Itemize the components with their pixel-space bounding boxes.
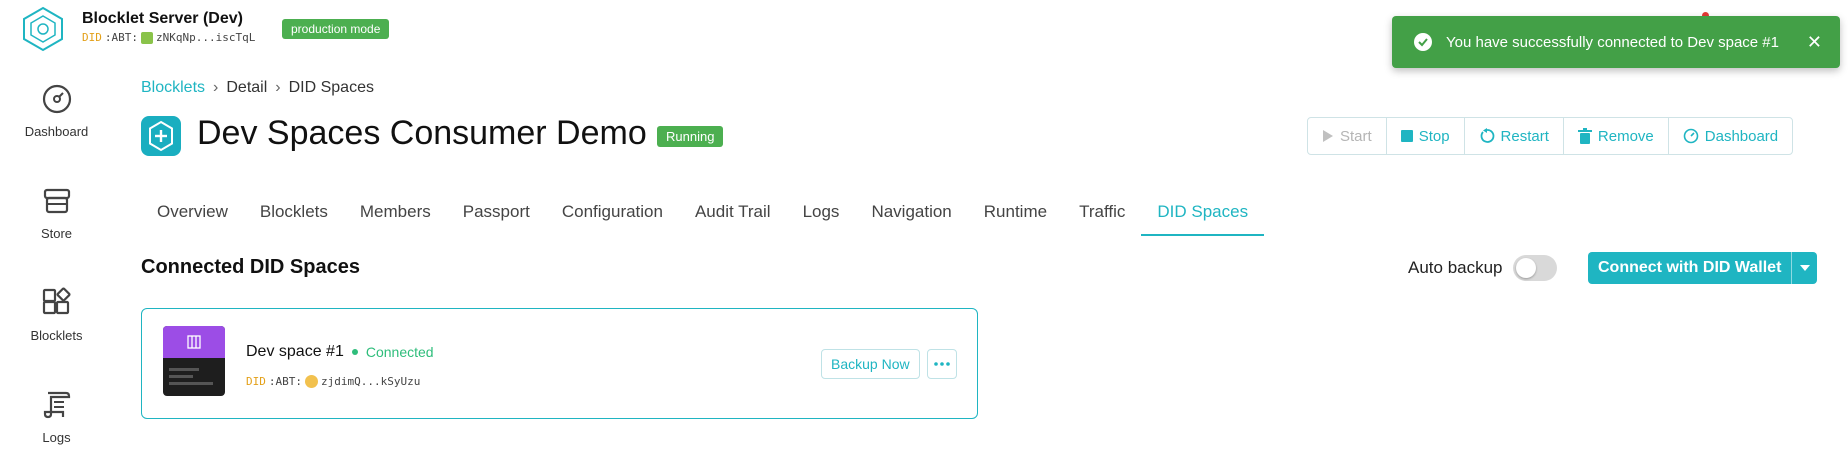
- thumbnail-line: [169, 382, 213, 385]
- toggle-knob: [1516, 258, 1536, 278]
- did-value: zjdimQ...kSyUzu: [321, 375, 421, 388]
- trash-icon: [1577, 128, 1592, 144]
- tab-overview[interactable]: Overview: [141, 196, 244, 236]
- stop-button[interactable]: Stop: [1387, 118, 1465, 154]
- logs-icon: [43, 391, 70, 419]
- thumbnail-line: [169, 368, 199, 371]
- blocklet-server-logo-icon[interactable]: [20, 6, 66, 52]
- store-icon: [43, 188, 70, 214]
- stop-button-label: Stop: [1418, 127, 1450, 145]
- toast-message: You have successfully connected to Dev s…: [1446, 33, 1779, 51]
- more-horizontal-icon: [934, 362, 950, 366]
- chevron-down-icon: [1799, 265, 1810, 271]
- breadcrumb: Blocklets › Detail › DID Spaces: [141, 79, 374, 97]
- breadcrumb-separator: ›: [213, 79, 219, 96]
- tab-blocklets[interactable]: Blocklets: [244, 196, 344, 236]
- breadcrumb-current: DID Spaces: [288, 79, 374, 96]
- space-name-row: Dev space #1 Connected: [246, 343, 434, 361]
- restart-icon: [1480, 128, 1494, 143]
- did-prefix: DID: [246, 375, 266, 388]
- more-options-button[interactable]: [927, 349, 957, 379]
- space-name: Dev space #1: [246, 343, 344, 360]
- sidebar-item-label: Blocklets: [30, 328, 83, 343]
- connect-options-button[interactable]: [1791, 252, 1817, 284]
- connection-status: Connected: [365, 344, 434, 360]
- sidebar-item-label: Store: [40, 226, 73, 241]
- sidebar-item-label: Logs: [42, 430, 71, 445]
- did-type: :ABT:: [104, 31, 138, 44]
- blocklets-icon: [42, 287, 71, 315]
- backup-now-button[interactable]: Backup Now: [821, 349, 920, 379]
- tab-members[interactable]: Members: [344, 196, 447, 236]
- space-thumbnail: [163, 326, 225, 396]
- did-value: zNKqNp...iscTqL: [156, 31, 256, 44]
- tab-passport[interactable]: Passport: [447, 196, 546, 236]
- space-thumbnail-header: [163, 326, 225, 358]
- status-badge: Running: [657, 126, 724, 147]
- start-button[interactable]: Start: [1308, 118, 1387, 154]
- restart-button[interactable]: Restart: [1465, 118, 1564, 154]
- tab-navigation[interactable]: Navigation: [855, 196, 967, 236]
- connect-did-wallet-button-group: Connect with DID Wallet: [1588, 252, 1818, 284]
- remove-button[interactable]: Remove: [1564, 118, 1669, 154]
- space-did[interactable]: DID:ABT: zjdimQ...kSyUzu: [246, 375, 420, 388]
- did-type: :ABT:: [268, 375, 302, 388]
- dashboard-icon: [1683, 128, 1699, 144]
- sidebar-item-logs[interactable]: Logs: [0, 388, 113, 445]
- success-toast: You have successfully connected to Dev s…: [1392, 16, 1840, 68]
- app-icon: [141, 116, 181, 156]
- tab-bar: Overview Blocklets Members Passport Conf…: [141, 196, 1265, 236]
- stop-icon: [1400, 130, 1413, 142]
- production-mode-badge: production mode: [282, 19, 390, 39]
- breadcrumb-blocklets[interactable]: Blocklets: [141, 79, 205, 97]
- play-icon: [1323, 130, 1333, 142]
- auto-backup-label: Auto backup: [1408, 258, 1503, 277]
- start-button-label: Start: [1340, 127, 1372, 145]
- auto-backup-toggle[interactable]: [1513, 255, 1557, 281]
- server-did[interactable]: DID:ABT: zNKqNp...iscTqL: [82, 31, 255, 44]
- did-spaces-logo-icon: [187, 335, 201, 349]
- dashboard-button[interactable]: Dashboard: [1669, 118, 1792, 154]
- did-prefix: DID: [82, 31, 102, 44]
- restart-button-label: Restart: [1500, 127, 1549, 145]
- tab-runtime[interactable]: Runtime: [968, 196, 1063, 236]
- page-title: Dev Spaces Consumer Demo: [197, 114, 647, 152]
- sidebar-item-store[interactable]: Store: [0, 184, 113, 241]
- connected-dot-icon: [351, 349, 358, 355]
- toast-close-icon[interactable]: ✕: [1807, 32, 1822, 53]
- tab-traffic[interactable]: Traffic: [1063, 196, 1141, 236]
- did-avatar-icon: [141, 31, 153, 44]
- breadcrumb-separator: ›: [275, 79, 281, 96]
- sidebar-item-label: Dashboard: [24, 124, 89, 139]
- tab-did-spaces[interactable]: DID Spaces: [1141, 196, 1265, 236]
- thumbnail-line: [169, 375, 193, 378]
- server-title: Blocklet Server (Dev): [82, 10, 243, 27]
- tab-logs[interactable]: Logs: [787, 196, 856, 236]
- tab-audit-trail[interactable]: Audit Trail: [679, 196, 787, 236]
- breadcrumb-detail[interactable]: Detail: [226, 79, 267, 97]
- tab-configuration[interactable]: Configuration: [546, 196, 679, 236]
- connect-did-wallet-button[interactable]: Connect with DID Wallet: [1588, 252, 1791, 284]
- sidebar-item-dashboard[interactable]: Dashboard: [0, 82, 113, 139]
- section-title: Connected DID Spaces: [141, 256, 360, 278]
- space-card: Dev space #1 Connected DID:ABT: zjdimQ...…: [141, 308, 978, 419]
- action-button-group: Start Stop Restart Remove Dashboard: [1307, 117, 1794, 155]
- remove-button-label: Remove: [1597, 127, 1654, 145]
- sidebar-item-blocklets[interactable]: Blocklets: [0, 286, 113, 343]
- dashboard-button-label: Dashboard: [1704, 127, 1779, 145]
- check-circle-icon: [1414, 33, 1432, 51]
- dashboard-icon: [42, 84, 71, 114]
- did-avatar-icon: [305, 375, 318, 388]
